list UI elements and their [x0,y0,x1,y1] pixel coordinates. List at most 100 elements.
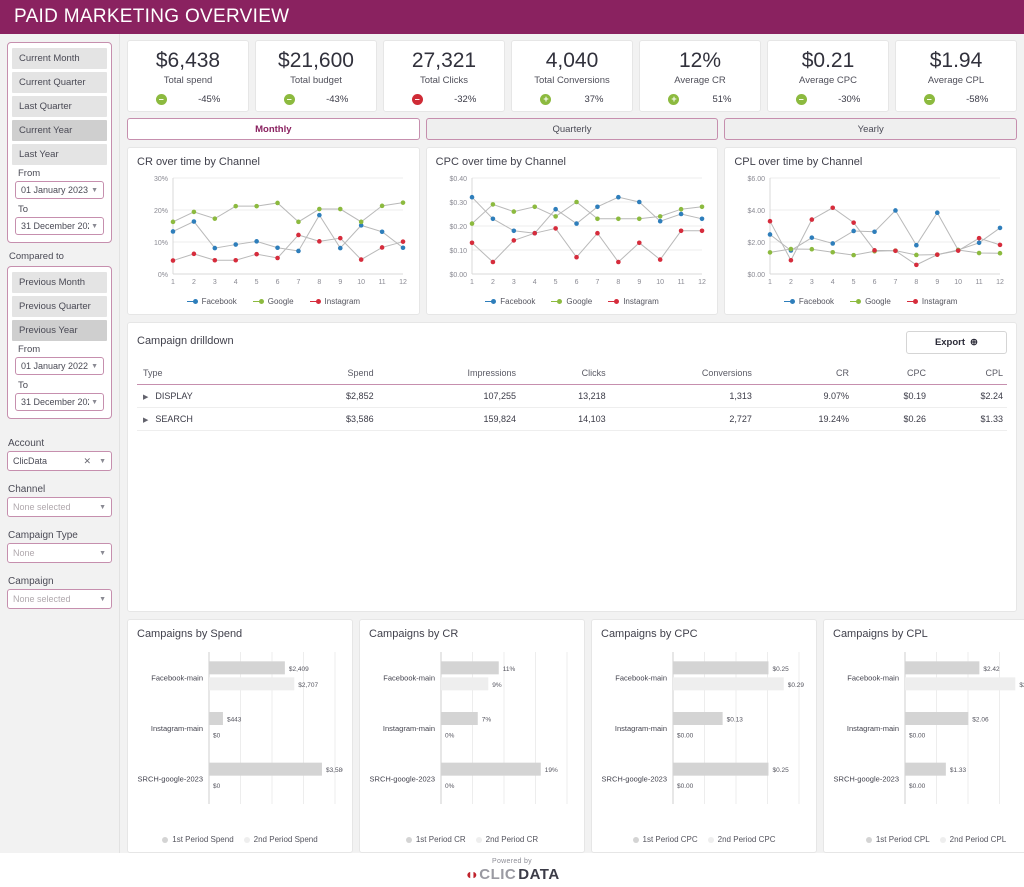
svg-text:$0.13: $0.13 [727,717,744,724]
chart-card-cr-over-time-by-channel: CR over time by Channel 0% 10% 20% 30% 1 2 3 4 5 6… [127,147,420,316]
tab-yearly[interactable]: Yearly [724,118,1018,141]
column-header-cpc[interactable]: CPC [853,365,930,386]
kpi-delta-value: -30% [838,94,861,106]
filter-select-campaign[interactable]: None selected ▼ [7,589,112,609]
kpi-value: 12% [678,49,722,72]
svg-text:10%: 10% [154,240,168,247]
compare-from-select[interactable]: 01 January 2022 ▼ [15,357,104,375]
legend-label: Instagram [324,297,361,307]
plot-area: $0.00 $0.10 $0.20 $0.30 $0.40 1 2 3 4 5 6 7 8 9 10 11 12 [436,172,709,295]
legend-item-1st-period-cpc[interactable]: 1st Period CPC [632,835,698,844]
legend-item-2nd-period-spend[interactable]: 2nd Period Spend [243,835,318,844]
legend-dot-icon [315,299,321,305]
plot-area: Facebook-main $2,409 $2,707 Instagram-main $… [137,644,343,833]
legend-item-2nd-period-cpl[interactable]: 2nd Period CPL [939,835,1006,844]
line-charts-row: CR over time by Channel 0% 10% 20% 30% 1 2 3 4 5 6… [127,147,1018,316]
legend-label: Instagram [623,297,659,307]
chart-title: Campaigns by CPL [833,628,928,640]
cell-type[interactable]: ▶ SEARCH [137,407,289,432]
expand-triangle-icon[interactable]: ▶ [143,394,148,401]
column-header-conversions[interactable]: Conversions [609,365,756,386]
date-to-select[interactable]: 31 December 2023 ▼ [15,217,104,235]
compare-option-previous-year[interactable]: Previous Year [12,320,107,341]
kpi-value: $0.21 [801,49,855,72]
compare-options-list: Previous Month Previous Quarter Previous Y… [12,272,107,341]
column-header-type[interactable]: Type [137,365,289,386]
legend-dot-icon [162,836,169,843]
filter-select-account[interactable]: ClicData ✕ ▼ [7,451,112,471]
cell-type[interactable]: ▶ DISPLAY [137,384,289,409]
date-from-select[interactable]: 01 January 2023 ▼ [15,181,104,199]
period-option-current-quarter[interactable]: Current Quarter [12,72,107,93]
legend-item-1st-period-cpl[interactable]: 1st Period CPL [865,835,930,844]
filter-select-campaign-type[interactable]: None ▼ [7,543,112,563]
minus-circle-icon: – [923,94,935,106]
filter-value: None selected [13,594,71,604]
table-row[interactable]: ▶ SEARCH $3,586 159,824 14,103 2,727 19.24% $0.… [137,407,1007,432]
kpi-card-total-conversions: 4,040 Total Conversions +37% [511,40,633,113]
kpi-card-total-spend: $6,438 Total spend – -45% [127,40,249,113]
legend-item-1st-period-cr[interactable]: 1st Period CR [405,835,466,844]
clear-icon[interactable]: ✕ [84,456,98,467]
column-header-clicks[interactable]: Clicks [520,365,610,386]
svg-text:30%: 30% [154,176,168,183]
chart-card-cpc-over-time-by-channel: CPC over time by Channel $0.00 $0.10 $0.20 $… [425,147,719,316]
compare-option-previous-month[interactable]: Previous Month [12,272,107,293]
column-header-spend[interactable]: Spend [288,365,378,386]
period-option-last-quarter[interactable]: Last Quarter [12,96,107,117]
chevron-down-icon: ▼ [99,549,106,557]
legend-label: Facebook [798,297,835,307]
plot-area: Facebook-main $0.25 $0.29 Instagram-main $0.… [601,644,807,833]
legend-item-facebook[interactable]: Facebook [186,297,237,306]
svg-text:6: 6 [574,279,578,286]
legend-dot-icon [912,299,918,305]
from-label: From [18,168,41,179]
legend-item-instagram[interactable]: Instagram [309,297,361,307]
chart-title: Campaigns by CR [369,628,459,640]
app-body: Current Month Current Quarter Last Quarter… [0,34,1024,853]
legend-item-2nd-period-cpc[interactable]: 2nd Period CPC [707,835,775,844]
period-option-current-month[interactable]: Current Month [12,48,107,69]
legend-item-google[interactable]: Google [252,297,294,306]
period-option-current-year[interactable]: Current Year [12,120,107,141]
kpi-label: Total spend [163,75,213,87]
table-row[interactable]: ▶ DISPLAY $2,852 107,255 13,218 1,313 9.07% $0.… [137,384,1007,409]
column-header-cr[interactable]: CR [755,365,854,386]
chevron-down-icon: ▼ [99,595,106,603]
compare-from-value: 01 January 2022 [21,361,89,371]
bar-chart-svg: Facebook-main 11% 9% Instagram-main 7% 0% SRCH… [370,652,568,804]
period-option-last-year[interactable]: Last Year [12,144,107,165]
legend-item-1st-period-spend[interactable]: 1st Period Spend [162,835,234,844]
legend-item-facebook[interactable]: Facebook [485,297,535,306]
column-header-impressions[interactable]: Impressions [377,365,521,386]
tab-quarterly[interactable]: Quarterly [425,118,719,141]
export-button[interactable]: Export ⊕ [905,331,1007,355]
cell-cpc: $0.19 [853,384,930,409]
chart-title: Campaigns by Spend [137,628,243,640]
kpi-label: Average CR [674,75,726,87]
legend-item-google[interactable]: Google [850,297,891,306]
legend-item-instagram[interactable]: Instagram [906,297,957,306]
legend-item-google[interactable]: Google [551,297,592,306]
legend-dot-icon [865,836,872,843]
chart-title: CR over time by Channel [137,156,260,169]
chart-legend: 1st Period Spend 2nd Period Spend [137,835,343,844]
legend-item-instagram[interactable]: Instagram [608,297,659,306]
tab-monthly[interactable]: Monthly [127,118,420,141]
column-header-cpl[interactable]: CPL [929,365,1007,386]
minus-circle-icon: – [411,94,423,106]
filter-select-channel[interactable]: None selected ▼ [7,497,112,517]
svg-text:Facebook-main: Facebook-main [383,673,435,682]
svg-text:$3.59: $3.59 [1019,682,1024,689]
line-chart-svg: 0%10%20%30%1 2 3 4 5 6 7 8 9 10 11 12 [154,176,407,286]
compare-option-previous-quarter[interactable]: Previous Quarter [12,296,107,317]
legend-item-2nd-period-cr[interactable]: 2nd Period CR [475,835,538,844]
expand-triangle-icon[interactable]: ▶ [143,417,148,424]
legend-label: Facebook [500,297,536,307]
table-header-row: Type Spend Impressions Clicks Conversions CR C… [137,365,1007,386]
kpi-delta: +37% [518,94,626,106]
compare-to-select[interactable]: 31 December 2022 ▼ [15,393,104,411]
app-header: PAID MARKETING OVERVIEW [0,0,1024,34]
legend-item-facebook[interactable]: Facebook [783,297,835,307]
kpi-label: Total Clicks [419,75,469,87]
